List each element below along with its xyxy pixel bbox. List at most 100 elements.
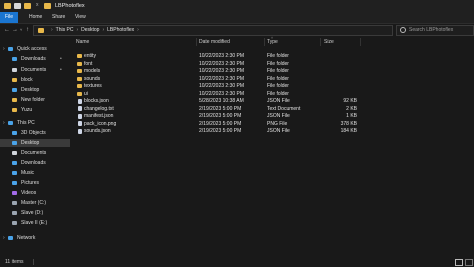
chevron-right-icon[interactable]: › <box>3 45 5 53</box>
picture-icon <box>12 181 17 185</box>
file-icon <box>77 113 82 119</box>
nav-item-downloads[interactable]: Downloads <box>0 159 70 167</box>
nav-item-desktop[interactable]: Desktop <box>0 86 70 94</box>
nav-item-label: Videos <box>21 190 37 196</box>
column-header-date[interactable]: Date modified <box>199 39 230 45</box>
nav-item-label: Documents <box>21 67 47 73</box>
pin-icon: • <box>60 56 62 62</box>
nav-item-master-c[interactable]: Master (C:) <box>0 199 70 207</box>
recent-dropdown-icon[interactable]: ˅ <box>20 26 22 34</box>
music-icon <box>12 171 17 175</box>
chevron-right-icon[interactable]: › <box>76 27 78 33</box>
folder-icon <box>12 108 17 112</box>
tab-home[interactable]: Home <box>24 12 47 23</box>
properties-icon[interactable] <box>14 3 21 9</box>
download-icon <box>12 57 17 61</box>
document-icon <box>12 68 17 72</box>
drive-icon <box>12 221 17 225</box>
folder-icon <box>12 98 17 102</box>
file-row[interactable]: sounds.json 2/19/2023 5:00 PM JSON File 184… <box>70 127 474 135</box>
status-bar: 11 items <box>0 257 474 267</box>
nav-item-documents[interactable]: Documents • <box>0 66 70 74</box>
new-folder-icon[interactable] <box>24 3 31 9</box>
folder-icon <box>77 61 82 66</box>
folder-icon <box>38 28 44 33</box>
breadcrumb-current[interactable]: LBPhotoflex <box>107 27 134 33</box>
nav-item-this-pc[interactable]: › This PC <box>0 119 70 127</box>
drive-icon <box>12 211 17 215</box>
title-bar: x LBPhotoflex <box>0 0 474 12</box>
document-icon <box>12 151 17 155</box>
nav-item-new-folder[interactable]: New folder <box>0 96 70 104</box>
nav-item-label: This PC <box>17 120 35 126</box>
nav-item-desktop[interactable]: Desktop <box>0 139 70 147</box>
breadcrumb: › This PC › Desktop › LBPhotoflex › <box>48 27 142 34</box>
desktop-icon <box>12 141 17 145</box>
file-date: 2/19/2023 5:00 PM <box>199 128 242 134</box>
nav-item-label: 3D Objects <box>21 130 46 136</box>
file-list: ˄ Name Date modified Type Size entity 10/… <box>70 35 474 257</box>
nav-item-slave-d[interactable]: Slave (D:) <box>0 209 70 217</box>
nav-item-videos[interactable]: Videos <box>0 189 70 197</box>
nav-item-downloads[interactable]: Downloads • <box>0 55 70 63</box>
search-placeholder: Search LBPhotoflex <box>409 27 454 33</box>
chevron-right-icon[interactable]: › <box>3 119 5 127</box>
nav-item-label: Downloads <box>21 56 46 62</box>
nav-item-3d-objects[interactable]: 3D Objects <box>0 129 70 137</box>
column-divider[interactable] <box>320 38 321 46</box>
folder-icon <box>12 78 17 82</box>
chevron-right-icon[interactable]: › <box>137 27 139 33</box>
large-icons-view-icon[interactable] <box>465 259 473 266</box>
forward-arrow-icon[interactable]: → <box>12 26 18 34</box>
column-header-name[interactable]: Name <box>76 39 89 45</box>
nav-item-block[interactable]: block <box>0 76 70 84</box>
column-header-type[interactable]: Type <box>267 39 278 45</box>
back-arrow-icon[interactable]: ← <box>4 26 10 34</box>
window-title: LBPhotoflex <box>55 3 85 9</box>
folder-icon <box>77 76 82 81</box>
nav-item-label: Quick access <box>17 46 47 52</box>
tab-share[interactable]: Share <box>47 12 70 23</box>
file-name: sounds.json <box>84 128 111 134</box>
nav-item-label: Slave II (E:) <box>21 220 48 226</box>
file-type: JSON File <box>267 128 290 134</box>
chevron-right-icon[interactable]: › <box>3 234 5 242</box>
nav-item-label: Master (C:) <box>21 200 46 206</box>
nav-item-music[interactable]: Music <box>0 169 70 177</box>
nav-item-label: Desktop <box>21 140 40 146</box>
folder-icon <box>77 91 82 96</box>
nav-item-label: block <box>21 77 33 83</box>
nav-item-quick-access[interactable]: › Quick access <box>0 45 70 53</box>
quick-access-toolbar-dropdown[interactable]: x <box>36 2 39 8</box>
nav-item-pictures[interactable]: Pictures <box>0 179 70 187</box>
breadcrumb-desktop[interactable]: Desktop <box>81 27 99 33</box>
file-icon <box>77 106 82 111</box>
ribbon-tabs: File Home Share View <box>0 12 474 24</box>
column-divider[interactable] <box>196 38 197 46</box>
network-icon <box>8 236 13 240</box>
tab-file[interactable]: File <box>0 12 18 23</box>
nav-item-slave-ii-e[interactable]: Slave II (E:) <box>0 219 70 227</box>
desktop-icon <box>12 88 17 92</box>
up-arrow-icon[interactable]: ↑ <box>26 26 29 34</box>
star-icon <box>8 47 13 51</box>
chevron-right-icon[interactable]: › <box>51 27 53 33</box>
nav-item-documents[interactable]: Documents <box>0 149 70 157</box>
nav-item-label: Pictures <box>21 180 40 186</box>
details-view-icon[interactable] <box>455 259 463 266</box>
folder-icon <box>77 84 82 88</box>
column-header-size[interactable]: Size <box>324 39 334 45</box>
column-divider[interactable] <box>360 38 361 46</box>
nav-item-yuzu[interactable]: Yuzu <box>0 106 70 114</box>
nav-item-label: Music <box>21 170 35 176</box>
drive-icon <box>12 201 17 205</box>
item-count: 11 items <box>5 259 24 265</box>
nav-item-network[interactable]: › Network <box>0 234 70 242</box>
file-icon <box>77 98 82 104</box>
file-size: 184 KB <box>340 128 357 134</box>
nav-item-label: Desktop <box>21 87 40 93</box>
column-divider[interactable] <box>264 38 265 46</box>
tab-view[interactable]: View <box>70 12 91 23</box>
breadcrumb-this-pc[interactable]: This PC <box>56 27 74 33</box>
chevron-right-icon[interactable]: › <box>102 27 104 33</box>
